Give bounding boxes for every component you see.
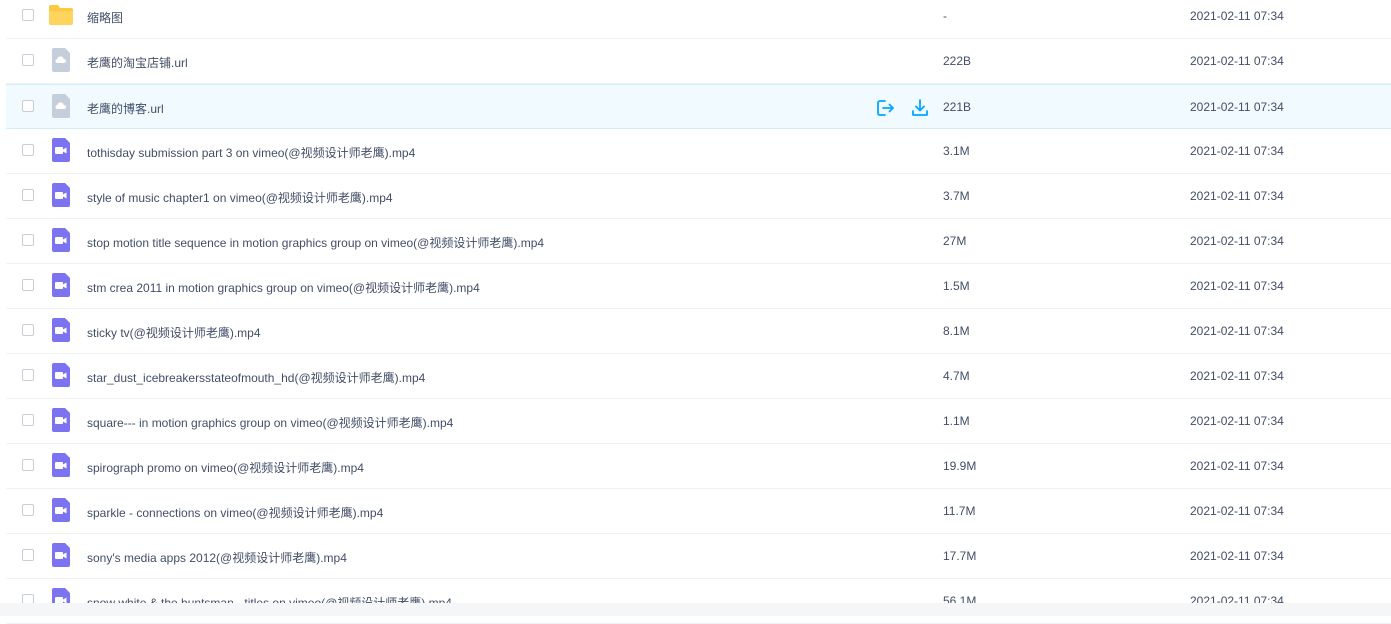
row-checkbox[interactable] (22, 9, 34, 21)
file-name[interactable]: star_dust_icebreakersstateofmouth_hd(@视频… (87, 369, 425, 386)
file-row[interactable]: spirograph promo on vimeo(@视频设计师老鹰).mp4 1… (6, 444, 1391, 489)
file-date: 2021-02-11 07:34 (1190, 234, 1284, 248)
video-file-icon (50, 543, 72, 567)
video-file-icon (50, 318, 72, 342)
row-checkbox[interactable] (22, 54, 34, 66)
video-file-icon (50, 498, 72, 522)
file-list: 缩略图 - 2021-02-11 07:34 老鹰的淘宝店铺.url 222B 2021… (0, 0, 1391, 624)
file-date: 2021-02-11 07:34 (1190, 504, 1284, 518)
file-name[interactable]: sparkle - connections on vimeo(@视频设计师老鹰)… (87, 504, 383, 521)
file-name[interactable]: stm crea 2011 in motion graphics group o… (87, 279, 480, 296)
file-row[interactable]: snow white & the huntsman - titles on vi… (6, 579, 1391, 624)
file-date: 2021-02-11 07:34 (1190, 54, 1284, 68)
file-date: 2021-02-11 07:34 (1190, 369, 1284, 383)
file-date: 2021-02-11 07:34 (1190, 279, 1284, 293)
video-file-icon (50, 273, 72, 297)
file-date: 2021-02-11 07:34 (1190, 414, 1284, 428)
row-checkbox[interactable] (22, 234, 34, 246)
file-row[interactable]: stm crea 2011 in motion graphics group o… (6, 264, 1391, 309)
cloud-file-icon (50, 48, 72, 72)
row-checkbox[interactable] (22, 144, 34, 156)
video-file-icon (50, 408, 72, 432)
file-name[interactable]: tothisday submission part 3 on vimeo(@视频… (87, 144, 415, 161)
row-checkbox[interactable] (22, 324, 34, 336)
row-actions (876, 98, 930, 118)
row-checkbox[interactable] (22, 504, 34, 516)
file-size: 221B (943, 100, 972, 114)
file-name[interactable]: 缩略图 (87, 9, 123, 26)
file-size: 222B (943, 54, 972, 68)
video-file-icon (50, 228, 72, 252)
row-checkbox[interactable] (22, 549, 34, 561)
file-size: 11.7M (943, 504, 976, 518)
file-row[interactable]: star_dust_icebreakersstateofmouth_hd(@视频… (6, 354, 1391, 399)
file-row[interactable]: 缩略图 - 2021-02-11 07:34 (6, 0, 1391, 39)
file-row[interactable]: sticky tv(@视频设计师老鹰).mp4 8.1M 2021-02-11 07… (6, 309, 1391, 354)
row-checkbox[interactable] (22, 189, 34, 201)
file-name[interactable]: sticky tv(@视频设计师老鹰).mp4 (87, 324, 261, 341)
file-name[interactable]: spirograph promo on vimeo(@视频设计师老鹰).mp4 (87, 459, 364, 476)
horizontal-scrollbar[interactable] (0, 603, 1391, 616)
file-size: 3.1M (943, 144, 970, 158)
row-checkbox[interactable] (22, 414, 34, 426)
file-row[interactable]: style of music chapter1 on vimeo(@视频设计师老… (6, 174, 1391, 219)
file-size: 3.7M (943, 189, 970, 203)
file-row[interactable]: 老鹰的淘宝店铺.url 222B 2021-02-11 07:34 (6, 39, 1391, 84)
row-checkbox[interactable] (22, 100, 34, 112)
video-file-icon (50, 183, 72, 207)
video-file-icon (50, 138, 72, 162)
share-icon[interactable] (876, 98, 896, 118)
file-date: 2021-02-11 07:34 (1190, 324, 1284, 338)
file-date: 2021-02-11 07:34 (1190, 144, 1284, 158)
file-date: 2021-02-11 07:34 (1190, 189, 1284, 203)
file-date: 2021-02-11 07:34 (1190, 459, 1284, 473)
file-name[interactable]: sony's media apps 2012(@视频设计师老鹰).mp4 (87, 549, 347, 566)
file-size: 27M (943, 234, 967, 248)
file-row[interactable]: sparkle - connections on vimeo(@视频设计师老鹰)… (6, 489, 1391, 534)
file-size: 19.9M (943, 459, 977, 473)
file-size: 4.7M (943, 369, 970, 383)
file-name[interactable]: 老鹰的淘宝店铺.url (87, 54, 188, 71)
row-checkbox[interactable] (22, 369, 34, 381)
file-date: 2021-02-11 07:34 (1190, 100, 1284, 114)
video-file-icon (50, 453, 72, 477)
file-row[interactable]: 老鹰的博客.url 221B 2021-02-11 07:34 (6, 84, 1391, 129)
file-date: 2021-02-11 07:34 (1190, 549, 1284, 563)
file-date: 2021-02-11 07:34 (1190, 9, 1284, 23)
cloud-file-icon (50, 94, 72, 118)
file-name[interactable]: 老鹰的博客.url (87, 100, 164, 117)
download-icon[interactable] (910, 98, 930, 118)
video-file-icon (50, 363, 72, 387)
file-name[interactable]: style of music chapter1 on vimeo(@视频设计师老… (87, 189, 393, 206)
file-row[interactable]: square--- in motion graphics group on vi… (6, 399, 1391, 444)
file-size: 8.1M (943, 324, 970, 338)
file-size: - (943, 9, 947, 23)
file-row[interactable]: stop motion title sequence in motion gra… (6, 219, 1391, 264)
file-row[interactable]: sony's media apps 2012(@视频设计师老鹰).mp4 17.7… (6, 534, 1391, 579)
file-size: 17.7M (943, 549, 977, 563)
file-size: 1.5M (943, 279, 970, 293)
row-checkbox[interactable] (22, 279, 34, 291)
file-row[interactable]: tothisday submission part 3 on vimeo(@视频… (6, 129, 1391, 174)
file-name[interactable]: square--- in motion graphics group on vi… (87, 414, 453, 431)
file-name[interactable]: stop motion title sequence in motion gra… (87, 234, 544, 251)
folder-icon (48, 4, 73, 28)
row-checkbox[interactable] (22, 459, 34, 471)
file-size: 1.1M (943, 414, 970, 428)
